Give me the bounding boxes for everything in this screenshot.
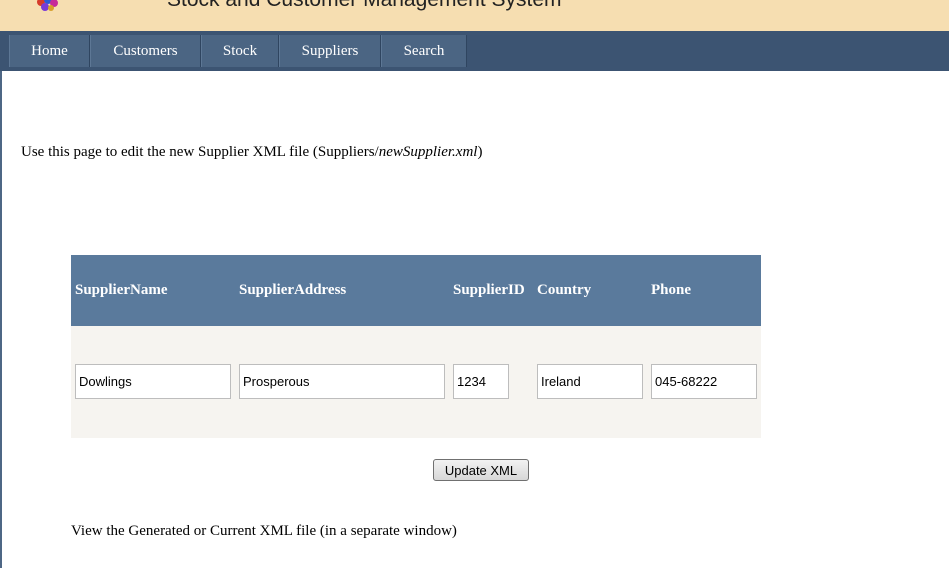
intro-main: Use this page to edit the new Supplier X… — [21, 144, 379, 160]
nav-suppliers[interactable]: Suppliers — [279, 35, 381, 67]
nav-customers[interactable]: Customers — [90, 35, 201, 67]
color-balls-logo-icon — [37, 0, 58, 11]
nav-stock[interactable]: Stock — [201, 35, 279, 67]
country-input[interactable] — [537, 364, 643, 399]
intro-text: Use this page to edit the new Supplier X… — [21, 144, 482, 161]
intro-suffix: ) — [477, 144, 483, 160]
supplier-table-header: SupplierName SupplierAddress SupplierID … — [71, 255, 761, 326]
main-navbar: Home Customers Stock Suppliers Search — [0, 31, 949, 71]
header-supplier-id: SupplierID — [453, 282, 525, 298]
supplier-table-row — [71, 326, 761, 438]
header-supplier-address: SupplierAddress — [239, 282, 347, 298]
phone-input[interactable] — [651, 364, 757, 399]
header-country: Country — [537, 282, 592, 298]
supplier-name-input[interactable] — [75, 364, 231, 399]
header-phone: Phone — [651, 282, 692, 298]
view-xml-link[interactable]: View the Generated or Current XML file (… — [71, 523, 457, 540]
supplier-address-input[interactable] — [239, 364, 445, 399]
header-supplier-name: SupplierName — [75, 282, 168, 298]
nav-home[interactable]: Home — [9, 35, 90, 67]
nav-search[interactable]: Search — [381, 35, 467, 67]
supplier-id-input[interactable] — [453, 364, 509, 399]
site-title: Stock and Customer Management System — [167, 0, 562, 12]
update-xml-button[interactable]: Update XML — [433, 459, 529, 481]
page-left-border — [0, 71, 2, 568]
intro-file-name: newSupplier.xml — [378, 144, 478, 160]
header-band: Stock and Customer Management System — [0, 0, 949, 31]
